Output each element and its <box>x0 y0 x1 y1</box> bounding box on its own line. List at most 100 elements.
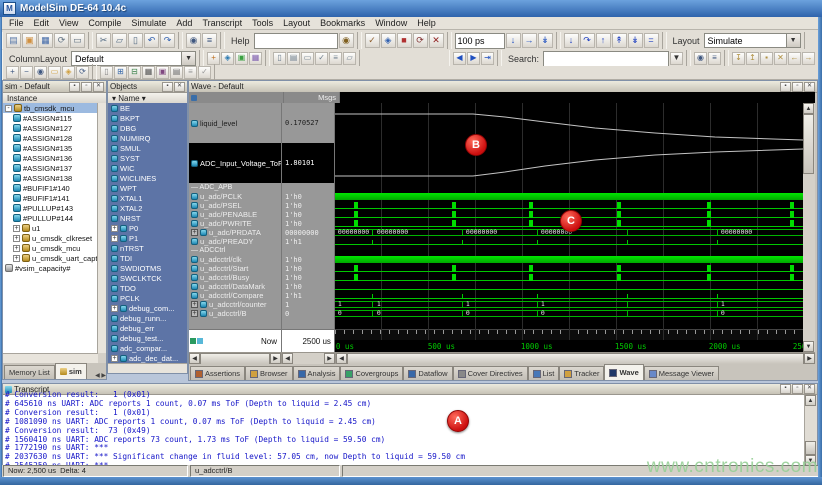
tab-wave[interactable]: Wave <box>604 364 643 380</box>
wave-signal-name[interactable]: +u_adcctrl/counter <box>189 300 281 309</box>
objects-list-item[interactable]: +P0 <box>108 223 187 233</box>
scroll-right-icon[interactable]: ▶ <box>804 353 815 364</box>
wave-signal-name[interactable]: u_adc/PREADY <box>189 237 281 246</box>
objects-list-item[interactable]: +P1 <box>108 233 187 243</box>
next-transition-icon[interactable]: ▶ <box>467 52 480 65</box>
wave-signal-name[interactable]: — ADC_APB <box>189 183 281 192</box>
expand-icon[interactable]: + <box>13 225 20 232</box>
objects-list-item[interactable]: WPT <box>108 183 187 193</box>
close-icon[interactable]: ✕ <box>93 82 104 92</box>
pencil-icon[interactable]: ▱ <box>343 52 356 65</box>
cursor-lock-icon[interactable]: ▪ <box>760 52 773 65</box>
scroll-left-icon[interactable]: ◀ <box>282 353 293 364</box>
objects-list-item[interactable]: BE <box>108 103 187 113</box>
run-all-icon[interactable]: ↡ <box>538 33 553 48</box>
zoom-last-icon[interactable]: ⟳ <box>76 66 89 79</box>
pin-icon[interactable]: ▪ <box>162 82 173 92</box>
paste-icon[interactable]: ▯ <box>128 33 143 48</box>
reload-icon[interactable]: ⟳ <box>54 33 69 48</box>
filter-icon[interactable]: ≡ <box>202 33 217 48</box>
tab-analysis[interactable]: Analysis <box>293 366 341 380</box>
expand-icon[interactable]: + <box>111 305 118 312</box>
open-icon[interactable]: ▣ <box>22 33 37 48</box>
sim-vertical-scrollbar[interactable] <box>97 103 106 353</box>
zoom-sel-icon[interactable]: ◈ <box>62 66 75 79</box>
wave-signal-name[interactable]: u_adcctrl/clk <box>189 255 281 264</box>
layout-select[interactable]: Simulate▼ <box>704 33 801 48</box>
objects-list-item[interactable]: BKPT <box>108 113 187 123</box>
objects-list-item[interactable]: nTRST <box>108 243 187 253</box>
zoom-out-icon[interactable]: − <box>20 66 33 79</box>
new-file-icon[interactable]: ▤ <box>6 33 21 48</box>
scroll-left-icon[interactable]: ◀ <box>189 353 200 364</box>
tab-list[interactable]: List <box>528 366 560 380</box>
tab-tracker[interactable]: Tracker <box>559 366 604 380</box>
step-out-icon[interactable]: ↑ <box>596 33 611 48</box>
cut-wave-icon[interactable]: ▣ <box>235 52 248 65</box>
menu-transcript[interactable]: Transcript <box>197 18 247 28</box>
objects-list-item[interactable]: NUMIRQ <box>108 133 187 143</box>
wave-signal-name[interactable]: u_adcctrl/Start <box>189 264 281 273</box>
sim-panel-header[interactable]: sim - Default ▪▫✕ <box>3 81 106 93</box>
scroll-right-icon[interactable]: ▶ <box>270 353 281 364</box>
search-input[interactable] <box>543 51 669 67</box>
tree-item[interactable]: #ASSIGN#115 <box>3 113 98 123</box>
scroll-down-icon[interactable]: ▼ <box>803 341 814 352</box>
scroll-up-icon[interactable]: ▲ <box>805 395 816 406</box>
select-all-icon[interactable] <box>191 95 197 101</box>
help-search-input[interactable] <box>254 33 338 49</box>
objects-list-item[interactable]: XTAL1 <box>108 193 187 203</box>
timeline-labels[interactable]: 0 us500 us1000 us1500 us2000 us250 <box>335 340 803 352</box>
menu-help[interactable]: Help <box>412 18 441 28</box>
end-sim-icon[interactable]: ✕ <box>429 33 444 48</box>
find-toolbar-icon[interactable]: ◉ <box>694 52 707 65</box>
down-level-icon[interactable]: ↡ <box>628 33 643 48</box>
ungroup-icon[interactable]: ▭ <box>301 52 314 65</box>
chevron-down-icon[interactable]: ▼ <box>786 34 800 47</box>
title-bar[interactable]: M ModelSim DE-64 10.4c <box>0 0 822 17</box>
objects-list-item[interactable]: NRST <box>108 213 187 223</box>
tree-item[interactable]: #PULLUP#144 <box>3 213 98 223</box>
objects-list-item[interactable]: SMUL <box>108 143 187 153</box>
objects-list-item[interactable]: debug_err <box>108 323 187 333</box>
tab-browser[interactable]: Browser <box>245 366 293 380</box>
help-go-icon[interactable]: ◉ <box>339 33 354 48</box>
expand-icon[interactable]: + <box>13 255 20 262</box>
cursor-add-icon[interactable]: ◈ <box>221 52 234 65</box>
leaf-names-icon[interactable]: ▯ <box>100 66 113 79</box>
menu-view[interactable]: View <box>54 18 83 28</box>
map-icon[interactable]: ≡ <box>329 52 342 65</box>
menu-file[interactable]: File <box>4 18 29 28</box>
print-icon[interactable]: ▭ <box>70 33 85 48</box>
wave-signal-name[interactable]: +u_adcctrl/B <box>189 309 281 318</box>
close-icon[interactable]: ✕ <box>804 82 815 92</box>
undo-icon[interactable]: ↶ <box>144 33 159 48</box>
expand-icon[interactable]: + <box>191 310 198 317</box>
objects-panel-header[interactable]: Objects ▪✕ <box>108 81 187 93</box>
menu-compile[interactable]: Compile <box>83 18 126 28</box>
insert-icon[interactable]: ▯ <box>273 52 286 65</box>
scrollbar-thumb[interactable] <box>803 114 814 174</box>
tree-item[interactable]: #vsim_capacity# <box>3 263 98 273</box>
sim-horizontal-scrollbar[interactable] <box>3 353 98 363</box>
wave-signal-name[interactable]: u_adcctrl/DataMark <box>189 282 281 291</box>
objects-list-item[interactable]: adc_compar... <box>108 343 187 353</box>
wave-signal-name[interactable]: liquid_level <box>189 103 281 143</box>
cut-icon[interactable]: ✂ <box>96 33 111 48</box>
wave-signal-name[interactable]: u_adcctrl/Busy <box>189 273 281 282</box>
format-icon[interactable]: ▤ <box>170 66 183 79</box>
objects-list-item[interactable]: XTAL2 <box>108 203 187 213</box>
wave-signal-name[interactable]: u_adc/PWRITE <box>189 219 281 228</box>
tree-item[interactable]: #PULLUP#143 <box>3 203 98 213</box>
objects-list-item[interactable]: SWCLKTCK <box>108 273 187 283</box>
objects-list-item[interactable]: PCLK <box>108 293 187 303</box>
cursor2-icon[interactable]: ↥ <box>746 52 759 65</box>
tree-item[interactable]: #ASSIGN#127 <box>3 123 98 133</box>
objects-list-item[interactable]: TDI <box>108 253 187 263</box>
wave-signal-name[interactable]: ADC_Input_Voltage_ToF <box>189 143 281 183</box>
dock-icon[interactable]: ▪ <box>780 82 791 92</box>
paste-wave-icon[interactable]: ▦ <box>249 52 262 65</box>
chevron-down-icon[interactable]: ▼ <box>670 52 683 65</box>
expand-icon[interactable]: + <box>111 235 118 242</box>
regexp-icon[interactable]: ≡ <box>708 52 721 65</box>
